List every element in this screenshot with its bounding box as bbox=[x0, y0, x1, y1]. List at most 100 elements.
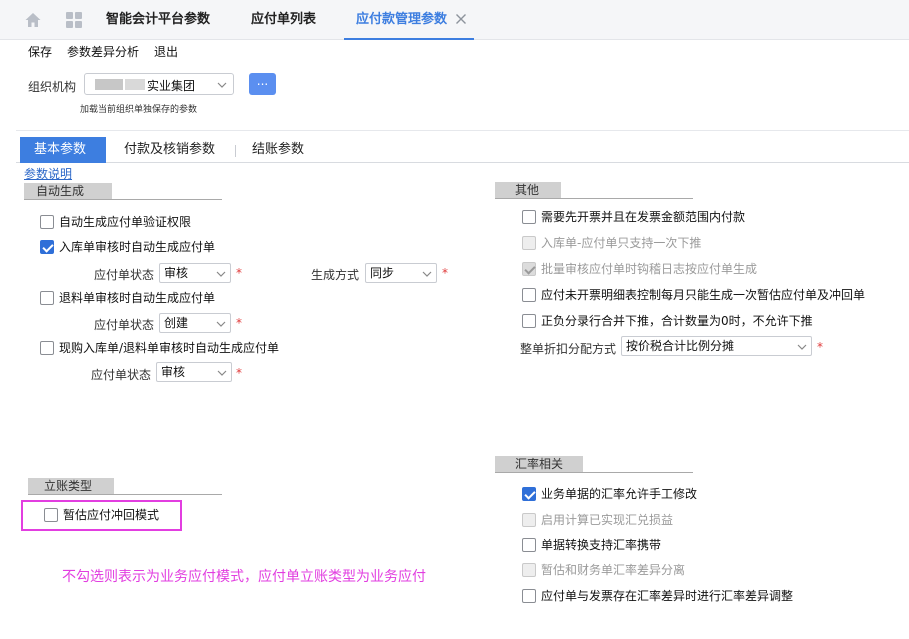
gen-mode-label: 生成方式 bbox=[311, 268, 360, 282]
section-title: 立账类型 bbox=[28, 478, 114, 494]
required-marker: * bbox=[817, 340, 823, 354]
required-marker: * bbox=[236, 366, 242, 380]
section-title: 其他 bbox=[495, 182, 561, 198]
chevron-down-icon bbox=[216, 321, 226, 327]
select-value: 创建 bbox=[164, 316, 189, 330]
tab-platform-params[interactable]: 智能会计平台参数 bbox=[106, 0, 210, 40]
top-tab-bar: 智能会计平台参数 应付单列表 应付款管理参数 bbox=[0, 0, 909, 40]
tab-basic[interactable]: 基本参数 bbox=[20, 137, 106, 163]
fx-carry-on-convert-option[interactable]: 单据转换支持汇率携带 bbox=[522, 537, 661, 555]
receipt-push-once-option[interactable]: 入库单-应付单只支持一次下推 bbox=[522, 235, 701, 253]
divider bbox=[495, 198, 693, 199]
status-label: 应付单状态 bbox=[94, 268, 155, 282]
tab-payable-list[interactable]: 应付单列表 bbox=[251, 0, 316, 40]
option-label: 单据转换支持汇率携带 bbox=[541, 538, 662, 552]
checkbox[interactable] bbox=[40, 239, 54, 254]
app-grid-icon[interactable] bbox=[66, 12, 82, 28]
fx-manual-edit-option[interactable]: 业务单据的汇率允许手工修改 bbox=[522, 486, 697, 504]
option-label: 入库单-应付单只支持一次下推 bbox=[541, 236, 702, 250]
tab-separator bbox=[235, 145, 236, 157]
checkbox[interactable] bbox=[522, 313, 536, 328]
option-label: 暂估应付冲回模式 bbox=[63, 508, 160, 522]
divider bbox=[24, 199, 222, 200]
select-value: 同步 bbox=[370, 266, 395, 280]
auto-gen-verify-perm-option[interactable]: 自动生成应付单验证权限 bbox=[40, 214, 191, 232]
toolbar: 保存 参数差异分析 退出 bbox=[0, 40, 909, 62]
sub-tab-bar: 基本参数 付款及核销参数 结账参数 bbox=[16, 137, 909, 163]
status-select[interactable]: 审核 bbox=[159, 263, 231, 283]
gen-mode-select[interactable]: 同步 bbox=[365, 263, 437, 283]
status-select[interactable]: 审核 bbox=[156, 362, 232, 382]
chevron-down-icon bbox=[217, 82, 227, 88]
org-select[interactable]: 实业集团 bbox=[84, 73, 234, 95]
invoice-before-payment-option[interactable]: 需要先开票并且在发票金额范围内付款 bbox=[522, 209, 745, 227]
redacted-mask bbox=[125, 79, 145, 90]
chevron-down-icon bbox=[216, 271, 226, 277]
checkbox[interactable] bbox=[522, 287, 536, 302]
auto-gen-cash-purchase-option[interactable]: 现购入库单/退料单审核时自动生成应付单 bbox=[40, 340, 279, 358]
checkbox[interactable] bbox=[40, 340, 54, 355]
param-panel: 基本参数 付款及核销参数 结账参数 bbox=[16, 130, 909, 639]
auto-gen-on-receipt-option[interactable]: 入库单审核时自动生成应付单 bbox=[40, 239, 215, 257]
required-marker: * bbox=[442, 266, 448, 280]
save-button[interactable]: 保存 bbox=[28, 43, 52, 60]
section-title: 自动生成 bbox=[24, 183, 112, 199]
select-value: 审核 bbox=[161, 365, 186, 379]
annotation-note: 不勾选则表示为业务应付模式，应付单立账类型为业务应付 bbox=[62, 569, 426, 585]
section-title: 汇率相关 bbox=[495, 456, 583, 472]
status-label: 应付单状态 bbox=[94, 318, 155, 332]
option-label: 需要先开票并且在发票金额范围内付款 bbox=[541, 210, 746, 224]
checkbox[interactable] bbox=[522, 562, 536, 577]
option-label: 应付未开票明细表控制每月只能生成一次暂估应付单及冲回单 bbox=[541, 288, 866, 302]
redacted-mask bbox=[95, 79, 123, 90]
section-fx-header: 汇率相关 bbox=[495, 456, 693, 473]
required-marker: * bbox=[236, 266, 242, 280]
chevron-down-icon bbox=[422, 271, 432, 277]
checkbox[interactable] bbox=[44, 507, 58, 522]
batch-audit-log-option[interactable]: 批量审核应付单时钩稽日志按应付单生成 bbox=[522, 261, 757, 279]
fx-invoice-diff-adjust-option[interactable]: 应付单与发票存在汇率差异时进行汇率差异调整 bbox=[522, 588, 793, 606]
checkbox[interactable] bbox=[522, 261, 536, 276]
checkbox[interactable] bbox=[40, 214, 54, 229]
option-label: 现购入库单/退料单审核时自动生成应付单 bbox=[59, 341, 280, 355]
close-icon[interactable] bbox=[455, 13, 467, 25]
org-lookup-button[interactable]: ... bbox=[249, 73, 276, 95]
tab-payment-writeoff[interactable]: 付款及核销参数 bbox=[110, 137, 229, 163]
checkbox[interactable] bbox=[522, 512, 536, 527]
checkbox[interactable] bbox=[522, 486, 536, 501]
checkbox[interactable] bbox=[522, 537, 536, 552]
checkbox[interactable] bbox=[522, 209, 536, 224]
param-diff-button[interactable]: 参数差异分析 bbox=[67, 43, 139, 60]
status-select[interactable]: 创建 bbox=[159, 313, 231, 333]
option-label: 正负分录行合并下推，合计数量为0时，不允许下推 bbox=[541, 314, 813, 328]
checkbox[interactable] bbox=[40, 290, 54, 305]
required-marker: * bbox=[236, 316, 242, 330]
option-label: 应付单与发票存在汇率差异时进行汇率差异调整 bbox=[541, 589, 794, 603]
discount-alloc-label: 整单折扣分配方式 bbox=[520, 342, 617, 356]
option-label: 入库单审核时自动生成应付单 bbox=[59, 240, 216, 254]
chevron-down-icon bbox=[217, 370, 227, 376]
checkbox[interactable] bbox=[522, 588, 536, 603]
discount-alloc-select[interactable]: 按价税合计比例分摊 bbox=[621, 336, 812, 356]
fx-estimate-separation-option[interactable]: 暂估和财务单汇率差异分离 bbox=[522, 562, 685, 580]
divider bbox=[495, 472, 693, 473]
exit-button[interactable]: 退出 bbox=[154, 43, 178, 60]
section-auto-gen-header: 自动生成 bbox=[24, 183, 222, 200]
uninvoiced-monthly-estimate-option[interactable]: 应付未开票明细表控制每月只能生成一次暂估应付单及冲回单 bbox=[522, 287, 865, 305]
status-label: 应付单状态 bbox=[91, 368, 152, 382]
option-label: 暂估和财务单汇率差异分离 bbox=[541, 563, 686, 577]
auto-gen-on-return-option[interactable]: 退料单审核时自动生成应付单 bbox=[40, 290, 215, 308]
org-value: 实业集团 bbox=[147, 79, 196, 93]
checkbox[interactable] bbox=[522, 235, 536, 250]
fx-realized-gain-option[interactable]: 启用计算已实现汇兑损益 bbox=[522, 512, 673, 530]
tab-closing[interactable]: 结账参数 bbox=[238, 137, 318, 163]
param-help-link[interactable]: 参数说明 bbox=[24, 165, 72, 182]
option-label: 批量审核应付单时钩稽日志按应付单生成 bbox=[541, 262, 758, 276]
merge-entries-push-option[interactable]: 正负分录行合并下推，合计数量为0时，不允许下推 bbox=[522, 313, 813, 331]
home-icon[interactable] bbox=[24, 11, 42, 29]
org-label: 组织机构 bbox=[28, 80, 77, 94]
section-booking-type-header: 立账类型 bbox=[28, 478, 222, 495]
divider bbox=[28, 494, 222, 495]
estimate-reversal-mode-option[interactable]: 暂估应付冲回模式 bbox=[44, 507, 159, 525]
section-other-header: 其他 bbox=[495, 182, 693, 199]
